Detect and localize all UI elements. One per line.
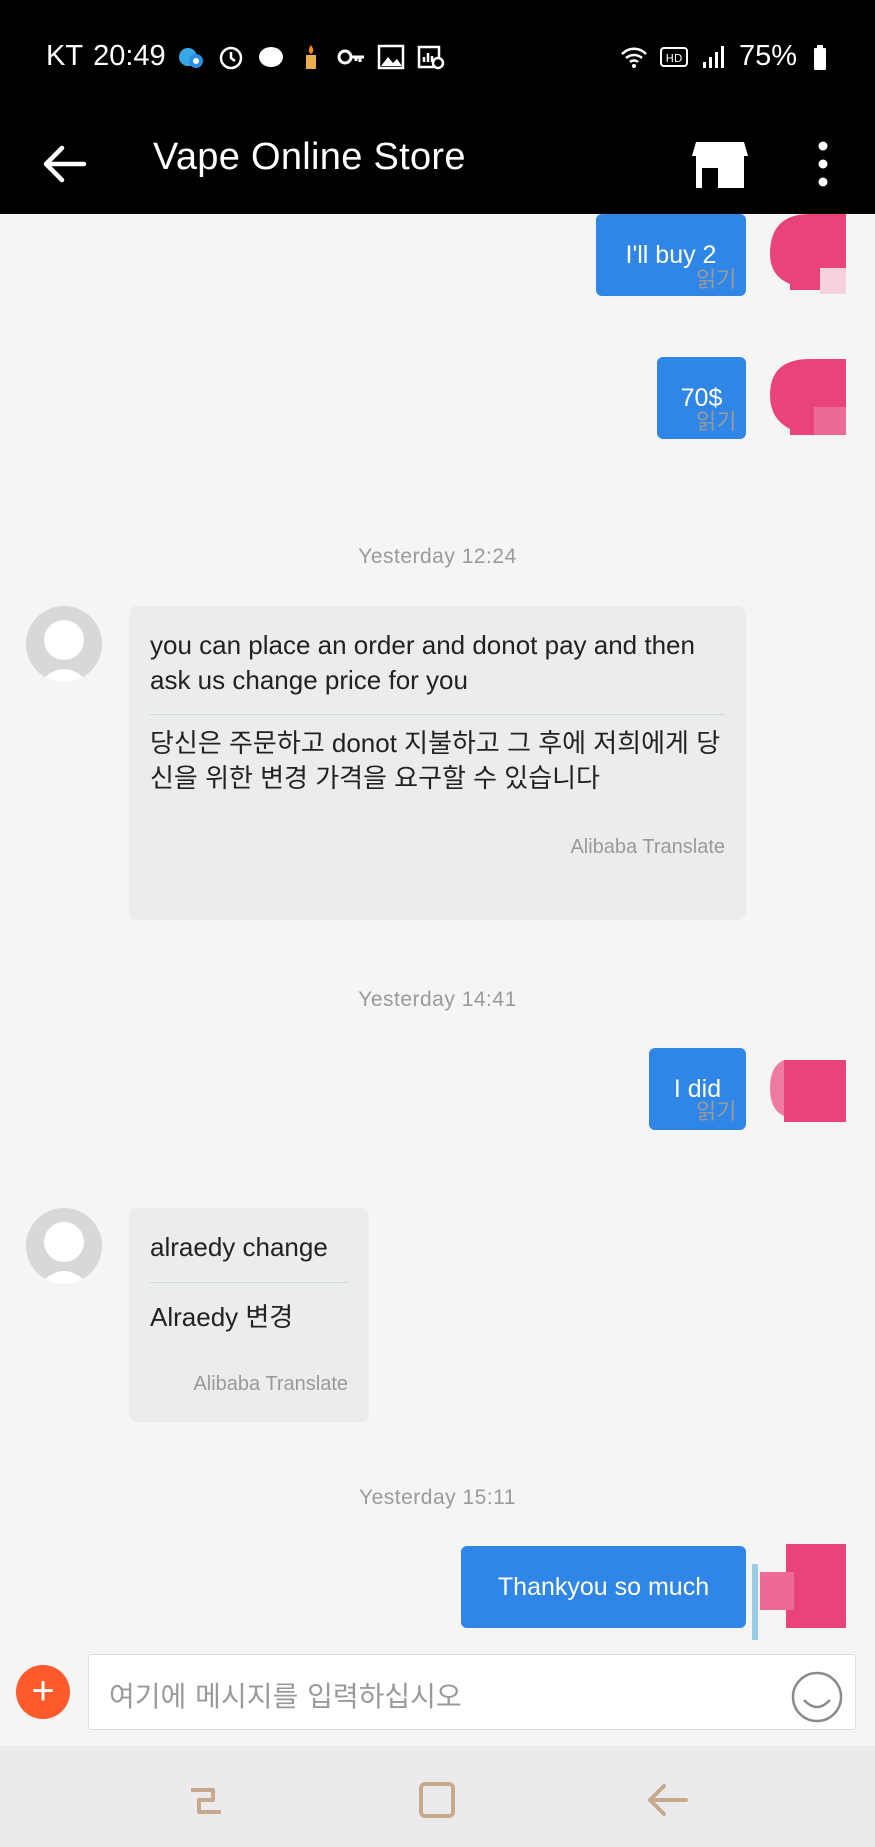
message-text: Thankyou so much [497, 1572, 710, 1601]
translated-text: Alraedy 변경 [150, 1302, 294, 1332]
app-bar: Vape Online Store [0, 114, 875, 214]
translation-divider [150, 714, 725, 715]
gallery-icon [377, 44, 404, 69]
timestamp: Yesterday 12:24 [358, 545, 517, 568]
home-icon[interactable] [413, 1776, 461, 1824]
translated-text: 당신은 주문하고 donot 지불하고 그 후에 저희에게 당신을 위한 변경 … [150, 728, 721, 793]
add-attachment-button[interactable]: + [16, 1665, 70, 1719]
svg-text:HD: HD [666, 52, 683, 65]
chat-thread[interactable]: I'll buy 2 읽기 70$ 읽기 Yesterday 12:24 you… [0, 214, 875, 1650]
status-right: HD 75% [619, 40, 837, 73]
incoming-message-bubble[interactable]: alraedy change Alraedy 변경 Alibaba Transl… [129, 1208, 369, 1422]
incoming-message-bubble[interactable]: you can place an order and donot pay and… [129, 606, 746, 920]
my-avatar[interactable] [770, 1052, 846, 1126]
stats-search-icon [417, 45, 444, 69]
alarm-icon [219, 46, 242, 69]
candle-icon [305, 44, 316, 69]
translation-divider [150, 1282, 348, 1283]
my-avatar[interactable] [770, 214, 846, 304]
key-icon [337, 49, 364, 64]
battery-percent: 75% [738, 40, 797, 72]
clock: 20:49 [93, 40, 166, 72]
battery-icon [814, 44, 826, 70]
wifi-icon [621, 47, 647, 68]
hd-voice-icon: HD [659, 46, 688, 67]
emoji-icon[interactable] [790, 1670, 844, 1724]
outgoing-message-bubble[interactable]: Thankyou so much [461, 1546, 746, 1628]
signal-icon [702, 45, 724, 68]
status-bar: KT 20:49 HD 75% [0, 0, 875, 114]
translate-credit: Alibaba Translate [193, 1373, 348, 1395]
translate-credit: Alibaba Translate [570, 836, 725, 858]
recent-apps-icon[interactable] [183, 1776, 231, 1824]
back-nav-icon[interactable] [642, 1776, 690, 1824]
original-text: alraedy change [150, 1232, 328, 1262]
timestamp: Yesterday 15:11 [359, 1486, 516, 1509]
read-status: 읽기 [696, 409, 737, 434]
more-options-icon[interactable] [808, 136, 838, 192]
cloud-sync-icon [178, 47, 203, 68]
default-user-icon [26, 1208, 102, 1284]
store-icon[interactable] [692, 138, 748, 190]
default-user-icon [26, 606, 102, 682]
chat-app-icon [258, 46, 283, 67]
message-input[interactable]: 여기에 메시지를 입력하십시오 [88, 1654, 856, 1730]
system-nav-bar [0, 1746, 875, 1847]
read-status: 읽기 [696, 1099, 737, 1124]
composer-bar: + 여기에 메시지를 입력하십시오 [0, 1650, 875, 1746]
original-text: you can place an order and donot pay and… [150, 630, 695, 695]
timestamp: Yesterday 14:41 [358, 988, 517, 1011]
back-arrow-icon[interactable] [38, 138, 90, 190]
carrier-label: KT [46, 40, 84, 72]
status-left: KT 20:49 [46, 40, 446, 73]
my-avatar[interactable] [770, 359, 846, 445]
seller-avatar[interactable] [26, 1208, 102, 1284]
page-title: Vape Online Store [153, 136, 466, 178]
read-status: 읽기 [696, 267, 737, 292]
my-avatar[interactable] [752, 1544, 846, 1640]
seller-avatar[interactable] [26, 606, 102, 682]
